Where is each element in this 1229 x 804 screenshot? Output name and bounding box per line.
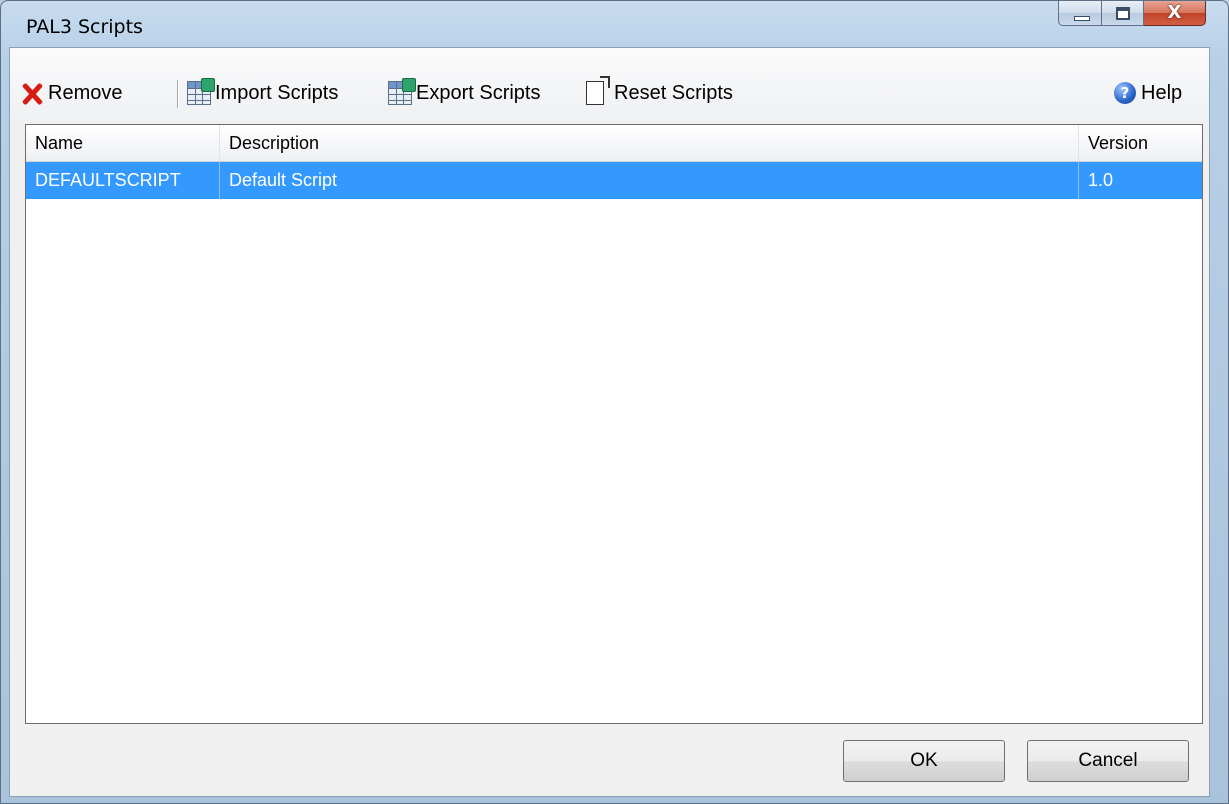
window-title: PAL3 Scripts	[26, 16, 143, 38]
toolbar-separator	[177, 80, 179, 108]
cell-version: 1.0	[1088, 170, 1114, 190]
close-icon: X	[1167, 2, 1182, 23]
caption-buttons: X	[1058, 1, 1206, 27]
ok-button[interactable]: OK	[843, 740, 1005, 782]
list-header: Name Description Version	[26, 125, 1202, 162]
reset-scripts-button[interactable]: Reset Scripts	[582, 75, 733, 111]
maximize-icon	[1116, 7, 1130, 20]
remove-label: Remove	[48, 81, 123, 104]
remove-x-icon	[20, 81, 44, 105]
help-label: Help	[1141, 81, 1183, 104]
reset-scripts-label: Reset Scripts	[614, 81, 733, 104]
import-scripts-label: Import Scripts	[215, 81, 339, 104]
list-item[interactable]: DEFAULTSCRIPT Default Script 1.0	[26, 162, 1202, 199]
close-button[interactable]: X	[1144, 1, 1206, 26]
column-header-name[interactable]: Name	[26, 125, 220, 161]
export-scripts-button[interactable]: Export Scripts	[388, 75, 540, 111]
cancel-button[interactable]: Cancel	[1027, 740, 1189, 782]
column-header-description[interactable]: Description	[220, 125, 1079, 161]
dialog-client-area: Remove Import Scripts Export Scripts Res…	[9, 47, 1210, 797]
dialog-window: PAL3 Scripts X Remove Import Scripts Exp…	[0, 0, 1229, 804]
maximize-button[interactable]	[1102, 1, 1144, 26]
minimize-button[interactable]	[1058, 1, 1102, 26]
import-scripts-button[interactable]: Import Scripts	[187, 75, 338, 111]
minimize-icon	[1074, 16, 1090, 21]
column-header-version[interactable]: Version	[1079, 125, 1202, 161]
remove-button[interactable]: Remove	[20, 75, 122, 111]
cell-description: Default Script	[220, 162, 1079, 199]
import-table-icon	[187, 78, 215, 105]
help-icon: ?	[1114, 82, 1136, 104]
button-bar: OK Cancel	[10, 730, 1209, 796]
title-bar[interactable]: PAL3 Scripts X	[1, 1, 1228, 47]
scripts-list[interactable]: Name Description Version DEFAULTSCRIPT D…	[25, 124, 1203, 724]
toolbar: Remove Import Scripts Export Scripts Res…	[10, 48, 1209, 122]
reset-document-icon	[586, 76, 610, 105]
cell-name: DEFAULTSCRIPT	[26, 162, 220, 199]
export-table-icon	[388, 78, 416, 105]
export-scripts-label: Export Scripts	[416, 81, 541, 104]
help-button[interactable]: ? Help	[1114, 75, 1182, 111]
